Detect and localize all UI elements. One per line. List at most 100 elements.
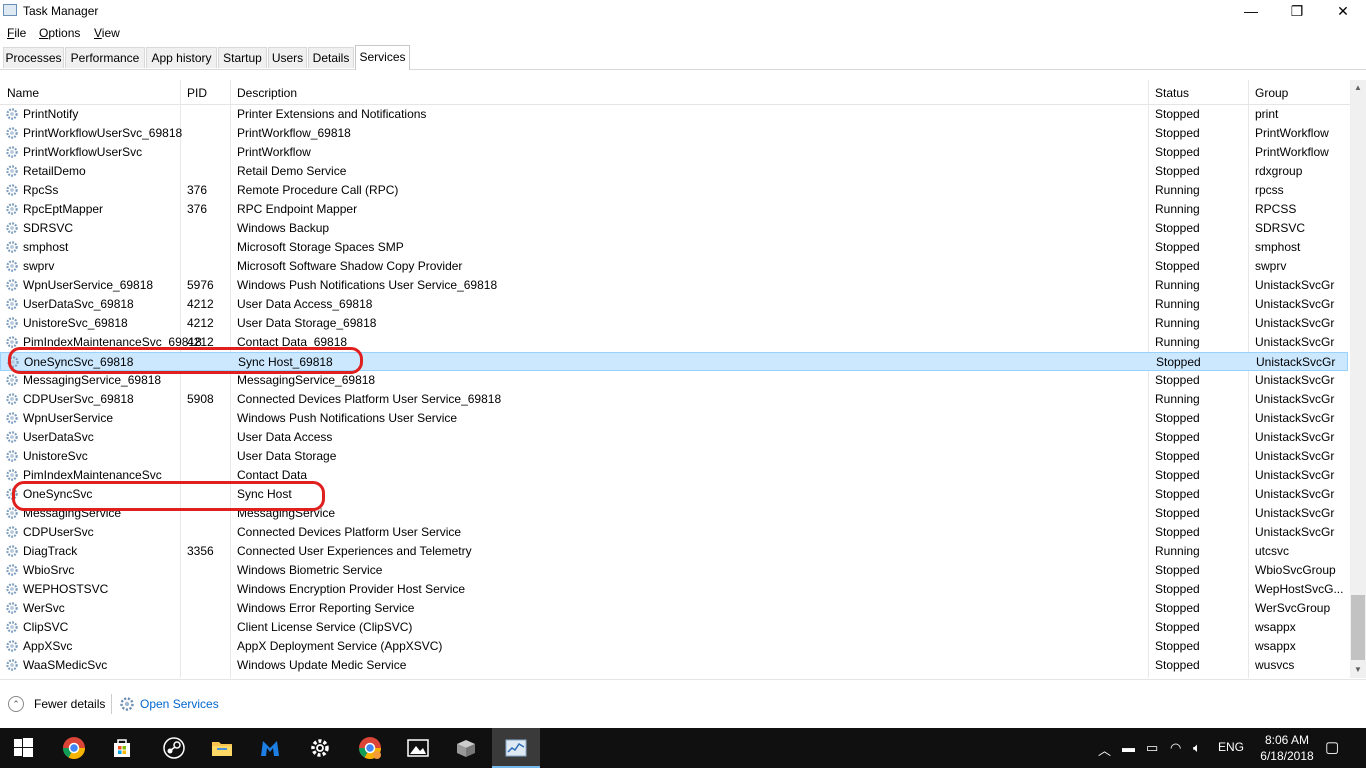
tab-users[interactable]: Users <box>268 47 307 68</box>
taskbar-chrome[interactable] <box>50 728 98 768</box>
table-row[interactable]: smphost Microsoft Storage Spaces SMP Stopp… <box>0 238 1348 257</box>
table-row[interactable]: CDPUserSvc_69818 5908 Connected Devices Pl… <box>0 390 1348 409</box>
taskbar-package[interactable] <box>442 728 490 768</box>
menu-view[interactable]: View <box>94 26 120 40</box>
table-row[interactable]: WpnUserService Windows Push Notifications… <box>0 409 1348 428</box>
taskbar-settings[interactable] <box>296 728 344 768</box>
table-row[interactable]: SDRSVC Windows Backup Stopped SDRSVC <box>0 219 1348 238</box>
taskbar-photos[interactable] <box>394 728 442 768</box>
column-header-name[interactable]: Name <box>7 86 39 100</box>
service-gear-icon <box>5 449 19 463</box>
column-header-description[interactable]: Description <box>237 86 297 100</box>
service-gear-icon <box>5 259 19 273</box>
tab-services[interactable]: Services <box>355 45 410 70</box>
column-header-pid[interactable]: PID <box>187 86 207 100</box>
column-header-group[interactable]: Group <box>1255 86 1288 100</box>
table-row[interactable]: MessagingService_69818 MessagingService_6… <box>0 371 1348 390</box>
table-row[interactable]: OneSyncSvc_69818 Sync Host_69818 Stopped Un… <box>0 352 1348 371</box>
table-row[interactable]: WerSvc Windows Error Reporting Service Sto… <box>0 599 1348 618</box>
vertical-scrollbar[interactable]: ▲ ▼ <box>1350 80 1366 678</box>
battery-icon[interactable]: ▭ <box>1146 740 1158 756</box>
taskbar-task-manager[interactable] <box>492 728 540 768</box>
notification-center-icon[interactable]: ▢ <box>1325 738 1339 756</box>
table-row[interactable]: DiagTrack 3356 Connected User Experiences … <box>0 542 1348 561</box>
chevron-up-icon: ⌃ <box>8 696 24 712</box>
table-row[interactable]: WEPHOSTSVC Windows Encryption Provider Ho… <box>0 580 1348 599</box>
usb-device-icon[interactable]: ▬ <box>1122 740 1135 755</box>
service-status-cell: Stopped <box>1155 563 1200 577</box>
table-row[interactable]: MessagingService MessagingService Stopped U… <box>0 504 1348 523</box>
table-row[interactable]: PrintNotify Printer Extensions and Notifi… <box>0 105 1348 124</box>
taskbar-steam[interactable] <box>150 728 198 768</box>
chevron-up-icon[interactable]: ︿ <box>1098 740 1111 759</box>
window-title: Task Manager <box>23 4 99 18</box>
volume-icon[interactable]: 🔈︎ <box>1193 740 1201 756</box>
table-row[interactable]: PrintWorkflowUserSvc PrintWorkflow Stopped… <box>0 143 1348 162</box>
service-group-cell: UnistackSvcGr <box>1255 468 1335 482</box>
service-status-cell: Stopped <box>1155 373 1200 387</box>
table-row[interactable]: CDPUserSvc Connected Devices Platform Use… <box>0 523 1348 542</box>
table-row[interactable]: PimIndexMaintenanceSvc Contact Data Stoppe… <box>0 466 1348 485</box>
table-row[interactable]: PimIndexMaintenanceSvc_69818 4212 Contact … <box>0 333 1348 352</box>
scroll-up-icon[interactable]: ▲ <box>1350 80 1366 96</box>
taskbar-malwarebytes[interactable] <box>246 728 294 768</box>
table-row[interactable]: UserDataSvc_69818 4212 User Data Access_69… <box>0 295 1348 314</box>
tab-processes[interactable]: Processes <box>3 47 64 68</box>
service-gear-icon <box>5 468 19 482</box>
table-row[interactable]: WbioSrvc Windows Biometric Service Stopped… <box>0 561 1348 580</box>
table-row[interactable]: WpnUserService_69818 5976 Windows Push Not… <box>0 276 1348 295</box>
service-description-cell: Windows Push Notifications User Service <box>237 411 458 425</box>
close-button[interactable]: ✕ <box>1320 0 1366 22</box>
maximize-button[interactable]: ❐ <box>1274 0 1320 22</box>
service-status-cell: Stopped <box>1156 355 1201 369</box>
service-status-cell: Running <box>1155 202 1200 216</box>
table-row[interactable]: swprv Microsoft Software Shadow Copy Prov… <box>0 257 1348 276</box>
table-row[interactable]: UnistoreSvc User Data Storage Stopped Unist… <box>0 447 1348 466</box>
table-row[interactable]: RpcSs 376 Remote Procedure Call (RPC) Runni… <box>0 181 1348 200</box>
service-name-cell: UnistoreSvc <box>23 449 88 463</box>
menu-file[interactable]: File <box>7 26 26 40</box>
table-row[interactable]: AppXSvc AppX Deployment Service (AppXSVC)… <box>0 637 1348 656</box>
table-row[interactable]: UserDataSvc User Data Access Stopped Unista… <box>0 428 1348 447</box>
table-row[interactable]: PrintWorkflowUserSvc_69818 PrintWorkflow_… <box>0 124 1348 143</box>
minimize-button[interactable]: — <box>1228 0 1274 22</box>
tab-app-history[interactable]: App history <box>146 47 217 68</box>
service-status-cell: Stopped <box>1155 145 1200 159</box>
service-status-cell: Stopped <box>1155 259 1200 273</box>
service-status-cell: Stopped <box>1155 430 1200 444</box>
system-clock[interactable]: 8:06 AM 6/18/2018 <box>1252 732 1322 764</box>
fewer-details-label: Fewer details <box>34 697 106 711</box>
taskbar-file-explorer[interactable] <box>198 728 246 768</box>
taskbar-store[interactable] <box>98 728 146 768</box>
settings-icon <box>311 739 329 757</box>
service-name-cell: ClipSVC <box>23 620 69 634</box>
table-row[interactable]: RetailDemo Retail Demo Service Stopped rdxg… <box>0 162 1348 181</box>
table-row[interactable]: RpcEptMapper 376 RPC Endpoint Mapper Runnin… <box>0 200 1348 219</box>
table-row[interactable]: ClipSVC Client License Service (ClipSVC) S… <box>0 618 1348 637</box>
table-row[interactable]: UnistoreSvc_69818 4212 User Data Storage_6… <box>0 314 1348 333</box>
wifi-icon[interactable]: ◠ <box>1170 740 1181 756</box>
taskbar-chrome-alt[interactable] <box>346 728 394 768</box>
tab-details[interactable]: Details <box>308 47 354 68</box>
service-group-cell: RPCSS <box>1255 202 1297 216</box>
service-name-cell: WaaSMedicSvc <box>23 658 108 672</box>
start-button[interactable] <box>0 728 48 768</box>
service-gear-icon <box>5 183 19 197</box>
service-description-cell: RPC Endpoint Mapper <box>237 202 358 216</box>
table-row[interactable]: OneSyncSvc Sync Host Stopped UnistackSvcGr <box>0 485 1348 504</box>
service-group-cell: UnistackSvcGr <box>1255 335 1335 349</box>
language-indicator[interactable]: ENG <box>1218 740 1244 754</box>
table-row[interactable]: WaaSMedicSvc Windows Update Medic Service… <box>0 656 1348 675</box>
service-gear-icon <box>5 411 19 425</box>
menu-options[interactable]: Options <box>39 26 80 40</box>
tab-performance[interactable]: Performance <box>65 47 145 68</box>
service-group-cell: UnistackSvcGr <box>1256 355 1336 369</box>
service-name-cell: WpnUserService_69818 <box>23 278 154 292</box>
tab-strip: Processes Performance App history Startu… <box>0 45 1366 70</box>
scroll-down-icon[interactable]: ▼ <box>1350 662 1366 678</box>
service-name-cell: SDRSVC <box>23 221 74 235</box>
service-description-cell: PrintWorkflow_69818 <box>237 126 351 140</box>
scrollbar-thumb[interactable] <box>1351 595 1365 660</box>
tab-startup[interactable]: Startup <box>218 47 267 68</box>
column-header-status[interactable]: Status <box>1155 86 1189 100</box>
